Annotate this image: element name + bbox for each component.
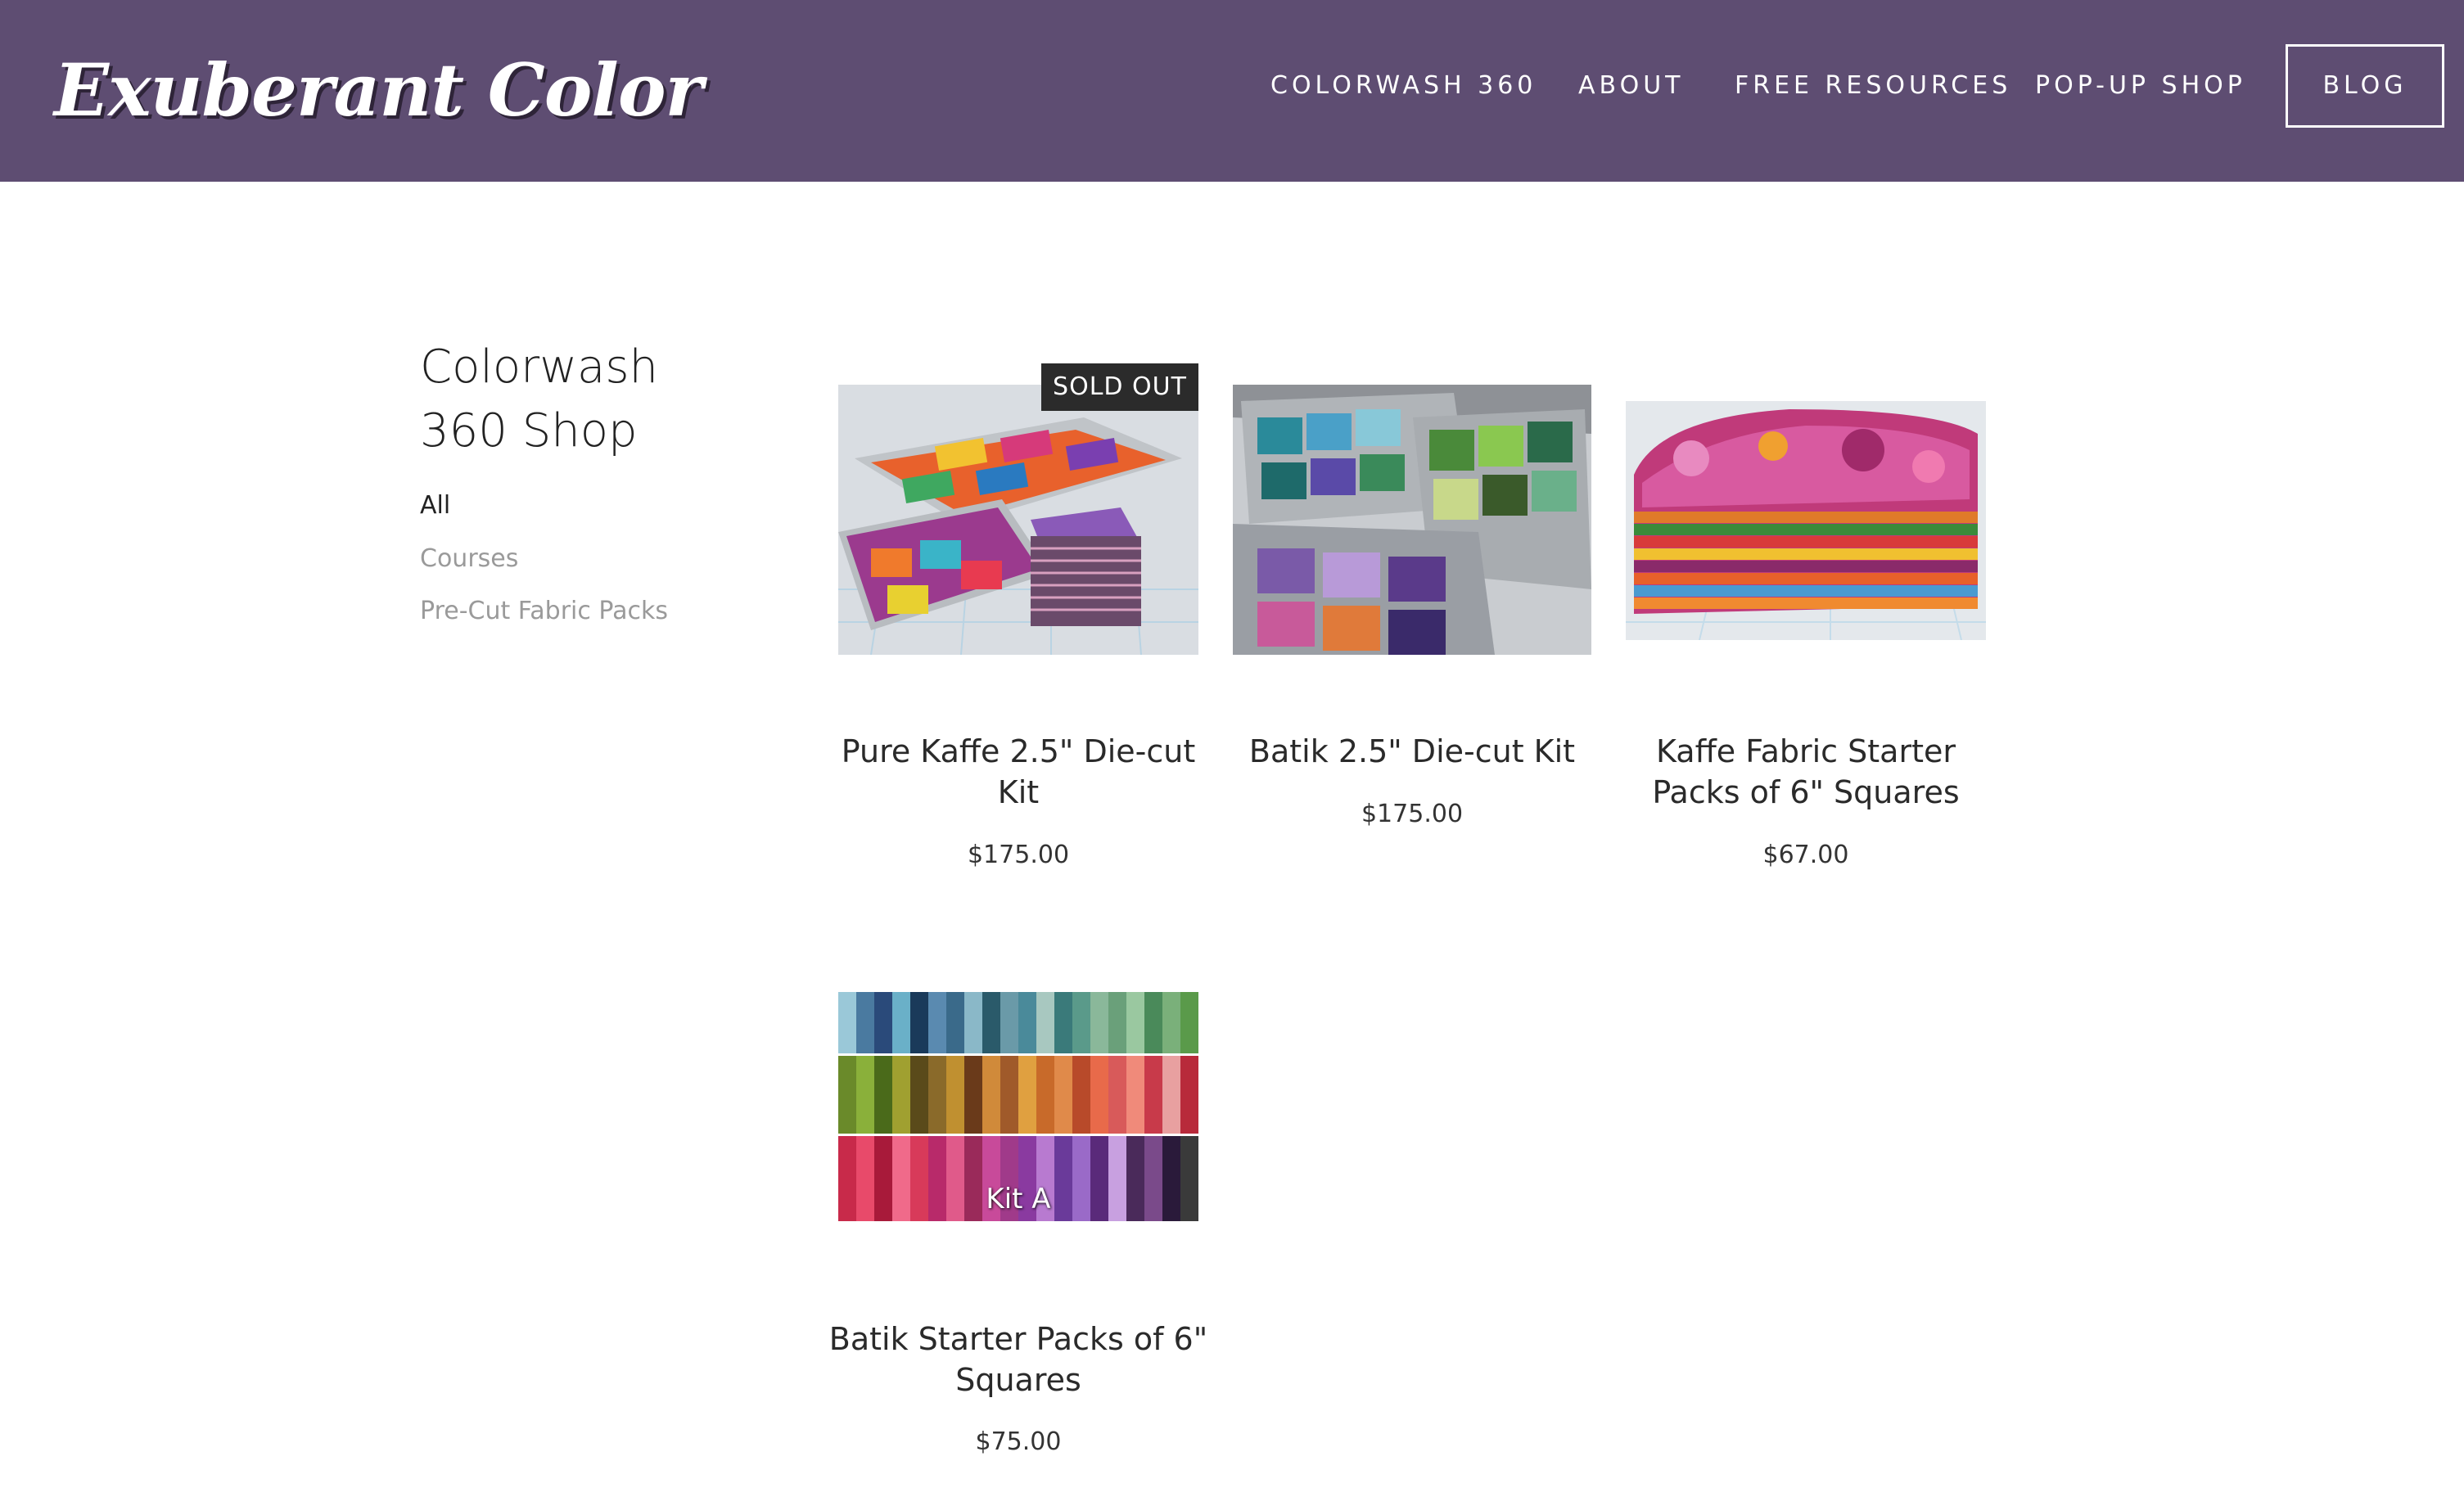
fabric-trays-batik-icon bbox=[1233, 385, 1591, 655]
category-all[interactable]: All bbox=[420, 489, 450, 522]
nav-pop-up-shop[interactable]: POP-UP SHOP bbox=[2035, 67, 2246, 105]
kit-a-overlay-label: Kit A bbox=[986, 1183, 1051, 1215]
product-price-batik-die-cut: $175.00 bbox=[1361, 800, 1464, 828]
category-courses[interactable]: Courses bbox=[420, 543, 518, 575]
product-image-batik-die-cut[interactable] bbox=[1233, 385, 1591, 655]
product-price-batik-starter: $75.00 bbox=[975, 1427, 1062, 1456]
fabric-stack-icon bbox=[1626, 401, 1986, 640]
sold-out-badge: SOLD OUT bbox=[1041, 363, 1198, 411]
nav-about[interactable]: ABOUT bbox=[1578, 67, 1684, 105]
product-image-kaffe-starter[interactable] bbox=[1626, 401, 1986, 640]
nav-blog-button[interactable]: BLOG bbox=[2286, 44, 2444, 128]
site-logo[interactable]: Exuberant Color bbox=[54, 41, 703, 139]
product-title-batik-die-cut[interactable]: Batik 2.5" Die-cut Kit bbox=[1216, 731, 1609, 772]
nav-colorwash-360[interactable]: COLORWASH 360 bbox=[1270, 67, 1537, 105]
fabric-trays-bright-icon bbox=[838, 385, 1198, 655]
product-title-batik-starter[interactable]: Batik Starter Packs of 6" Squares bbox=[822, 1319, 1215, 1400]
site-header: Exuberant Color COLORWASH 360 ABOUT FREE… bbox=[0, 0, 2464, 182]
shop-title: Colorwash 360 Shop bbox=[420, 336, 715, 463]
category-pre-cut-fabric-packs[interactable]: Pre-Cut Fabric Packs bbox=[420, 595, 668, 628]
shop-title-line1: Colorwash bbox=[420, 340, 658, 394]
product-price-kaffe-starter: $67.00 bbox=[1762, 841, 1849, 869]
nav-free-resources[interactable]: FREE RESOURCES bbox=[1735, 67, 2011, 105]
product-image-pure-kaffe[interactable] bbox=[838, 385, 1198, 655]
product-title-pure-kaffe[interactable]: Pure Kaffe 2.5" Die-cut Kit bbox=[822, 731, 1215, 813]
product-price-pure-kaffe: $175.00 bbox=[967, 841, 1070, 869]
product-title-kaffe-starter[interactable]: Kaffe Fabric Starter Packs of 6" Squares bbox=[1609, 731, 2002, 813]
shop-title-line2: 360 Shop bbox=[420, 404, 638, 458]
